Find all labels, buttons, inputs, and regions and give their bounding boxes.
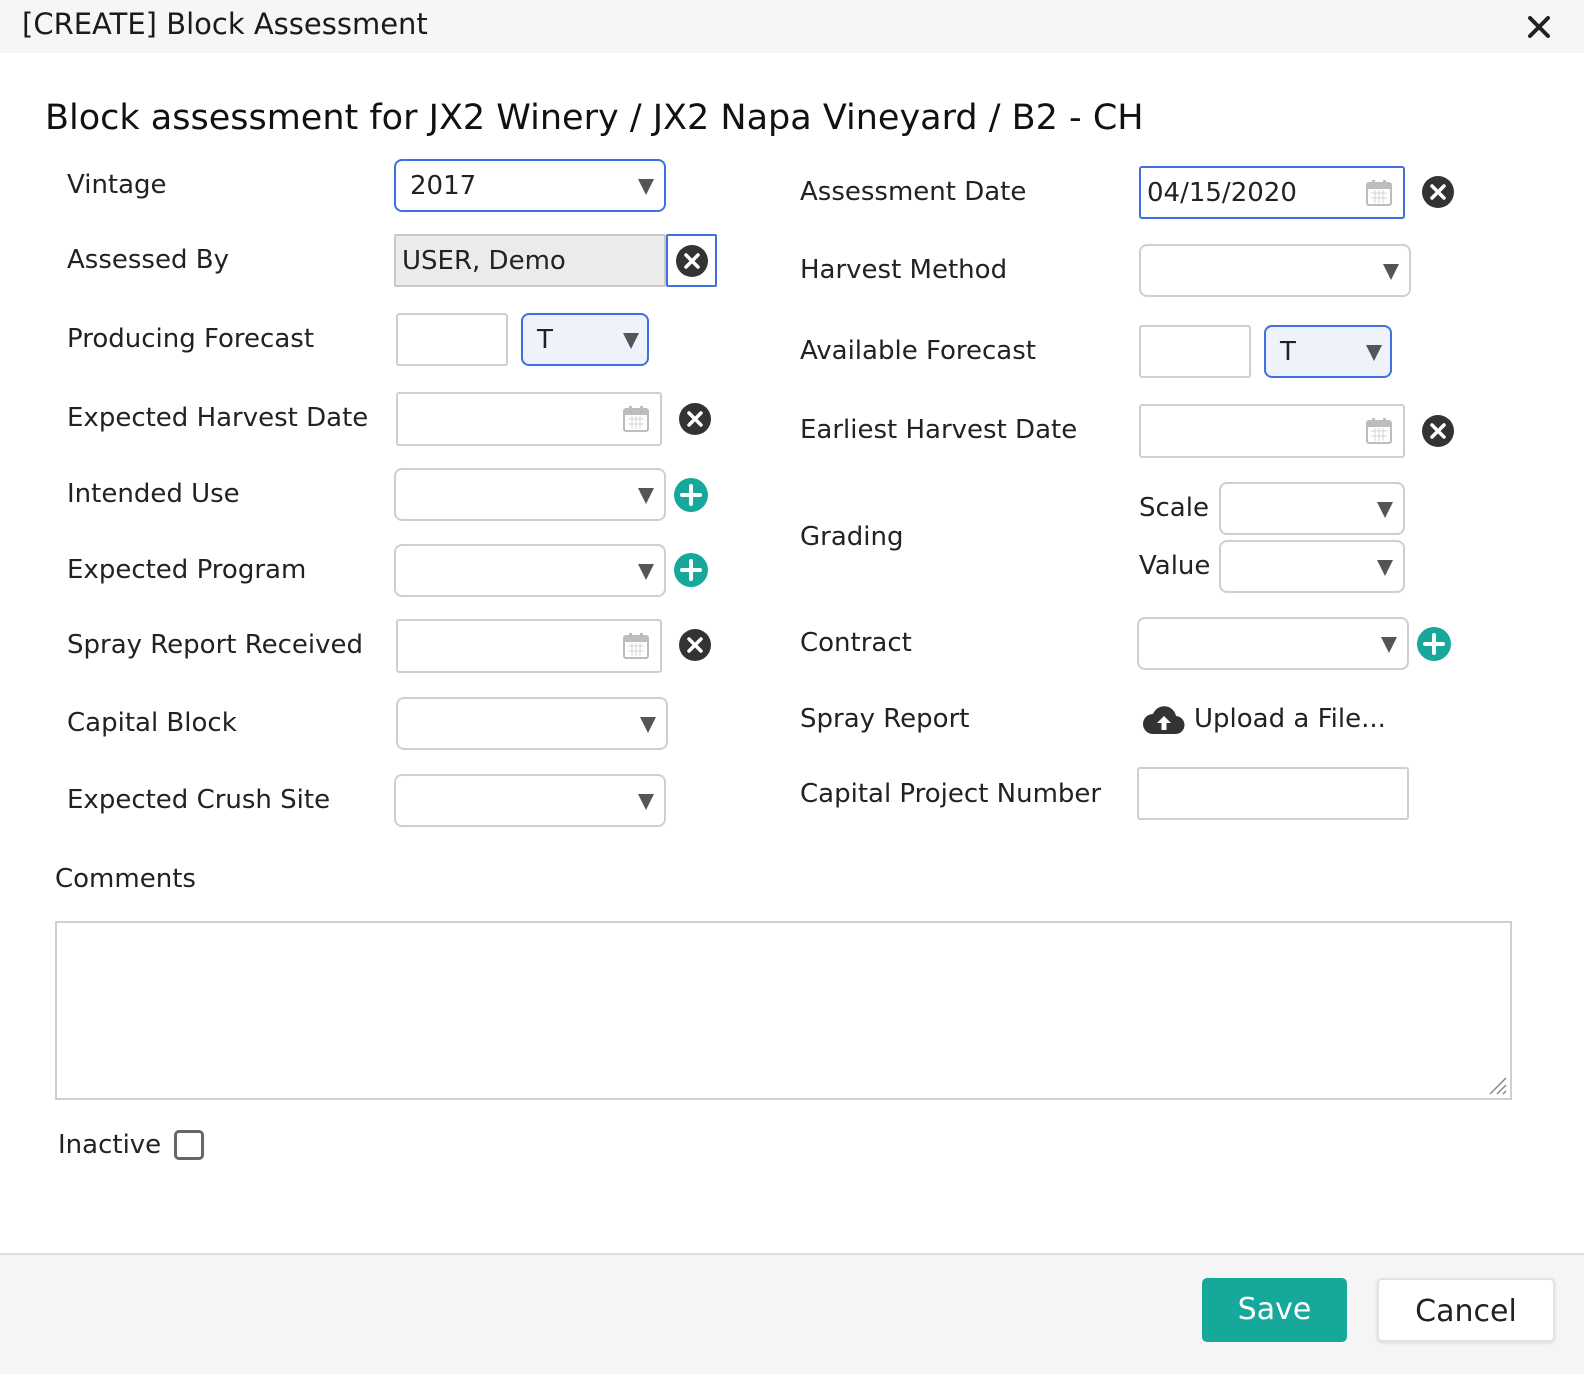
vintage-value: 2017 (410, 171, 477, 201)
calendar-icon[interactable] (622, 632, 650, 660)
add-icon[interactable] (673, 477, 709, 513)
expected-crush-site-select[interactable] (394, 774, 666, 827)
upload-file-button[interactable]: Upload a File... (1143, 700, 1403, 740)
comments-textarea[interactable] (55, 921, 1512, 1100)
add-icon[interactable] (673, 552, 709, 588)
chevron-down-icon (1383, 264, 1399, 280)
chevron-down-icon (623, 333, 639, 349)
dialog-title: [CREATE] Block Assessment (22, 7, 428, 41)
grading-value-select[interactable] (1219, 540, 1405, 593)
available-forecast-label: Available Forecast (800, 336, 1036, 366)
chevron-down-icon (640, 717, 656, 733)
assessed-by-clear-button[interactable] (666, 234, 717, 287)
clear-icon (676, 245, 708, 277)
grading-label: Grading (800, 522, 904, 552)
inactive-label: Inactive (58, 1130, 162, 1160)
expected-harvest-date-label: Expected Harvest Date (67, 403, 369, 433)
chevron-down-icon (1366, 345, 1382, 361)
expected-program-select[interactable] (394, 544, 666, 597)
chevron-down-icon (1377, 502, 1393, 518)
capital-block-select[interactable] (396, 697, 668, 750)
clear-icon[interactable] (1421, 414, 1455, 448)
producing-forecast-label: Producing Forecast (67, 324, 315, 354)
harvest-method-select[interactable] (1139, 244, 1411, 297)
vintage-label: Vintage (67, 170, 167, 200)
intended-use-label: Intended Use (67, 479, 240, 509)
available-forecast-input[interactable] (1139, 325, 1251, 378)
available-forecast-unit-select[interactable]: T (1264, 325, 1392, 378)
contract-label: Contract (800, 628, 912, 658)
spray-report-received-label: Spray Report Received (67, 630, 364, 660)
close-icon[interactable] (1524, 12, 1554, 42)
cloud-upload-icon (1143, 706, 1185, 735)
chevron-down-icon (638, 794, 654, 810)
harvest-method-label: Harvest Method (800, 255, 1008, 285)
grading-scale-label: Scale (1139, 493, 1209, 523)
expected-program-label: Expected Program (67, 555, 307, 585)
clear-icon[interactable] (678, 628, 712, 662)
assessment-date-input[interactable]: 04/15/2020 (1139, 166, 1405, 219)
assessment-date-label: Assessment Date (800, 177, 1027, 207)
assessed-by-label: Assessed By (67, 245, 229, 275)
intended-use-select[interactable] (394, 468, 666, 521)
upload-file-label: Upload a File... (1194, 704, 1386, 734)
cancel-button[interactable]: Cancel (1377, 1278, 1555, 1342)
chevron-down-icon (1381, 637, 1397, 653)
producing-forecast-unit-value: T (537, 325, 553, 355)
clear-icon[interactable] (678, 402, 712, 436)
producing-forecast-input[interactable] (396, 313, 508, 366)
calendar-icon[interactable] (622, 405, 650, 433)
capital-project-number-input[interactable] (1137, 767, 1409, 820)
assessment-date-value: 04/15/2020 (1147, 178, 1297, 208)
spray-report-received-input[interactable] (396, 619, 662, 673)
vintage-select[interactable]: 2017 (394, 159, 666, 212)
chevron-down-icon (1377, 560, 1393, 576)
chevron-down-icon (638, 179, 654, 195)
calendar-icon[interactable] (1365, 417, 1393, 445)
grading-value-label: Value (1139, 551, 1211, 581)
page-heading: Block assessment for JX2 Winery / JX2 Na… (45, 98, 1144, 138)
chevron-down-icon (638, 564, 654, 580)
available-forecast-unit-value: T (1280, 337, 1296, 367)
earliest-harvest-date-label: Earliest Harvest Date (800, 415, 1078, 445)
chevron-down-icon (638, 488, 654, 504)
producing-forecast-unit-select[interactable]: T (521, 313, 649, 366)
calendar-icon[interactable] (1365, 179, 1393, 207)
expected-crush-site-label: Expected Crush Site (67, 785, 331, 815)
save-button[interactable]: Save (1202, 1278, 1347, 1342)
assessed-by-field[interactable]: USER, Demo (394, 234, 666, 287)
grading-scale-select[interactable] (1219, 482, 1405, 535)
earliest-harvest-date-input[interactable] (1139, 404, 1405, 458)
clear-icon[interactable] (1421, 175, 1455, 209)
spray-report-label: Spray Report (800, 704, 970, 734)
add-icon[interactable] (1416, 626, 1452, 662)
capital-project-number-label: Capital Project Number (800, 779, 1102, 809)
resize-grip-icon[interactable] (1484, 1072, 1508, 1096)
expected-harvest-date-input[interactable] (396, 392, 662, 446)
capital-block-label: Capital Block (67, 708, 237, 738)
contract-select[interactable] (1137, 617, 1409, 670)
comments-label: Comments (55, 864, 196, 894)
assessed-by-value: USER, Demo (402, 246, 566, 276)
inactive-checkbox[interactable] (174, 1130, 204, 1160)
